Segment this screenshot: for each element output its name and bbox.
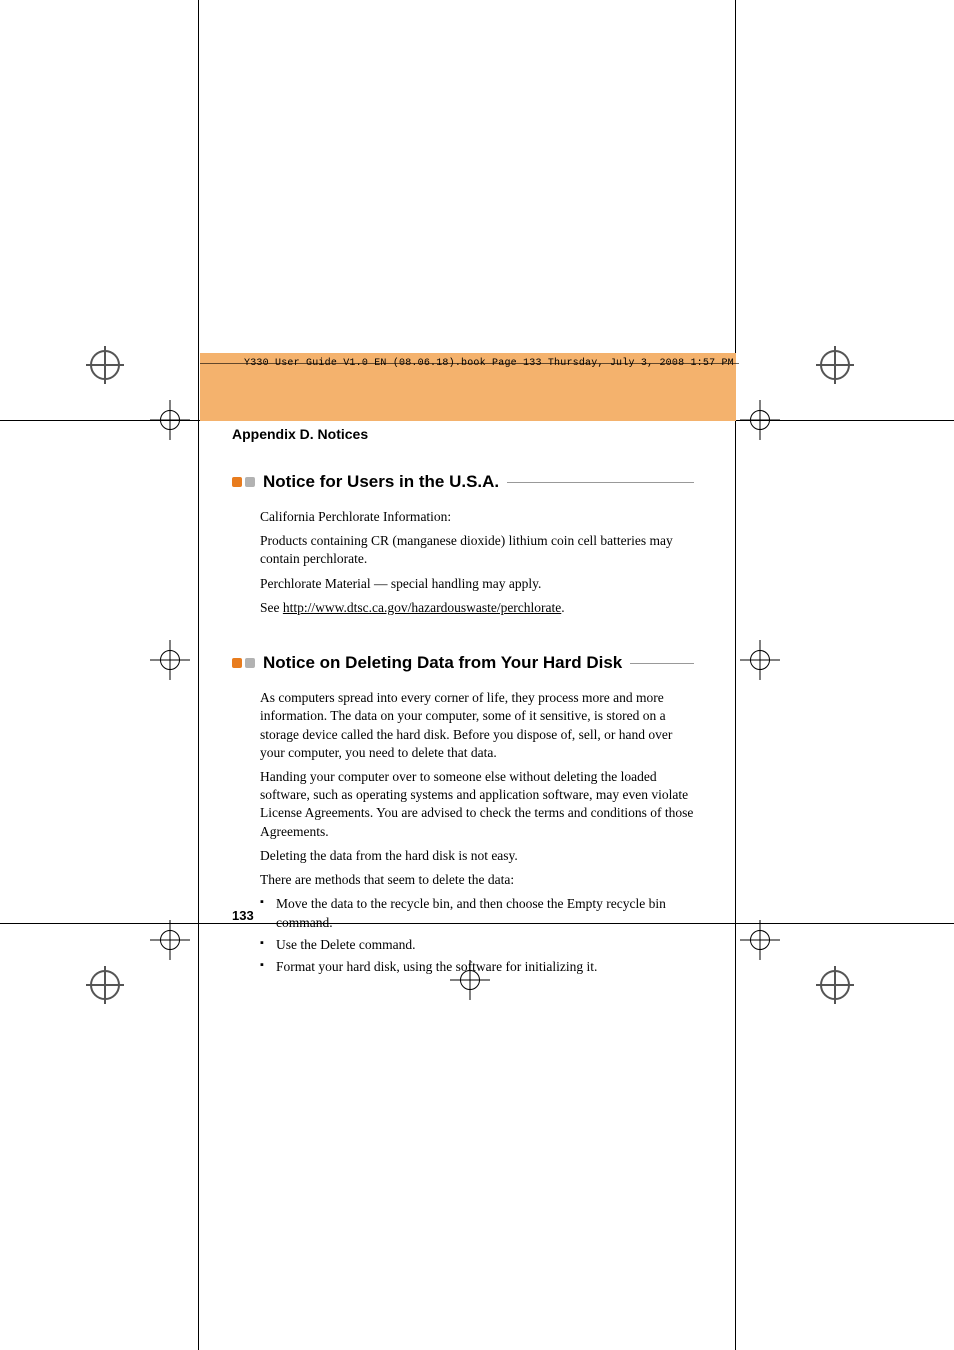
section-heading-delete-data: Notice on Deleting Data from Your Hard D… (232, 653, 694, 673)
paragraph: Deleting the data from the hard disk is … (260, 847, 694, 865)
list-item: Format your hard disk, using the softwar… (260, 958, 694, 976)
crosshair-icon (740, 400, 780, 440)
heading-bullet-icon (232, 658, 255, 668)
section-body: California Perchlorate Information: Prod… (260, 508, 694, 617)
methods-list: Move the data to the recycle bin, and th… (260, 895, 694, 976)
paragraph: See http://www.dtsc.ca.gov/hazardouswast… (260, 599, 694, 617)
section-body: As computers spread into every corner of… (260, 689, 694, 889)
crosshair-icon (150, 640, 190, 680)
crosshair-icon (740, 640, 780, 680)
section-title: Notice on Deleting Data from Your Hard D… (263, 653, 622, 673)
heading-rule (507, 482, 694, 483)
document-source-line: Y330 User Guide V1.0 EN (08.06.18).book … (244, 358, 734, 369)
registration-mark-icon (820, 970, 850, 1000)
paragraph: Handing your computer over to someone el… (260, 768, 694, 841)
registration-mark-icon (820, 350, 850, 380)
paragraph: California Perchlorate Information: (260, 508, 694, 526)
text-run: . (561, 600, 564, 615)
list-item: Use the Delete command. (260, 936, 694, 954)
perchlorate-link[interactable]: http://www.dtsc.ca.gov/hazardouswaste/pe… (283, 600, 561, 615)
crosshair-icon (150, 920, 190, 960)
crosshair-icon (740, 920, 780, 960)
page-content: Appendix D. Notices Notice for Users in … (232, 426, 694, 980)
heading-rule (630, 663, 694, 664)
crosshair-icon (150, 400, 190, 440)
crop-guide-vertical-left (198, 0, 199, 1350)
paragraph: As computers spread into every corner of… (260, 689, 694, 762)
heading-bullet-icon (232, 477, 255, 487)
paragraph: There are methods that seem to delete th… (260, 871, 694, 889)
page-number: 133 (232, 908, 254, 923)
crop-guide-vertical-right (735, 0, 736, 1350)
registration-mark-icon (90, 350, 120, 380)
paragraph: Products containing CR (manganese dioxid… (260, 532, 694, 568)
appendix-title: Appendix D. Notices (232, 426, 694, 442)
registration-mark-icon (90, 970, 120, 1000)
list-item: Move the data to the recycle bin, and th… (260, 895, 694, 931)
paragraph: Perchlorate Material — special handling … (260, 575, 694, 593)
text-run: See (260, 600, 283, 615)
section-title: Notice for Users in the U.S.A. (263, 472, 499, 492)
section-heading-usa: Notice for Users in the U.S.A. (232, 472, 694, 492)
